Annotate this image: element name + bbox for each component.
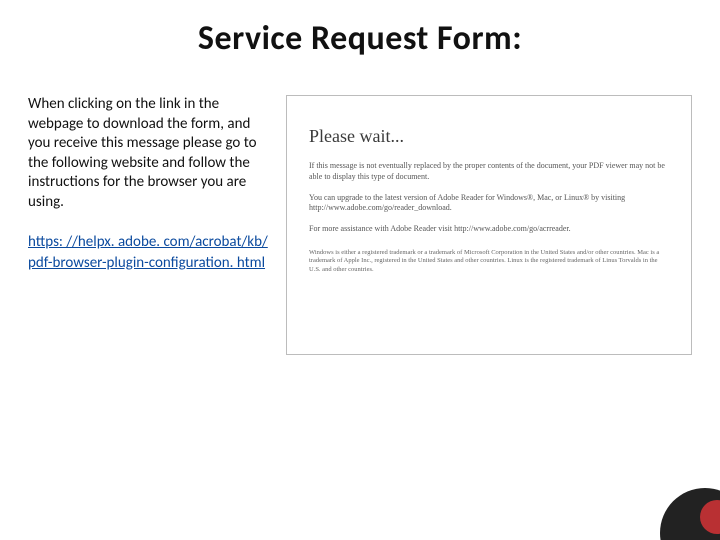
instruction-text: When clicking on the link in the webpage…: [28, 95, 268, 212]
pdf-fineprint: Windows is either a registered trademark…: [309, 249, 669, 274]
help-link[interactable]: https: //helpx. adobe. com/acrobat/kb/pd…: [28, 233, 268, 272]
pdf-error-preview: Please wait... If this message is not ev…: [286, 95, 692, 355]
corner-decoration: [640, 480, 720, 540]
pdf-heading: Please wait...: [309, 126, 669, 147]
pdf-paragraph-3: For more assistance with Adobe Reader vi…: [309, 224, 669, 235]
left-column: When clicking on the link in the webpage…: [28, 95, 268, 355]
pdf-paragraph-1: If this message is not eventually replac…: [309, 161, 669, 183]
pdf-paragraph-2: You can upgrade to the latest version of…: [309, 193, 669, 215]
page-title: Service Request Form:: [28, 18, 692, 59]
content-row: When clicking on the link in the webpage…: [28, 95, 692, 355]
slide: Service Request Form: When clicking on t…: [0, 0, 720, 540]
